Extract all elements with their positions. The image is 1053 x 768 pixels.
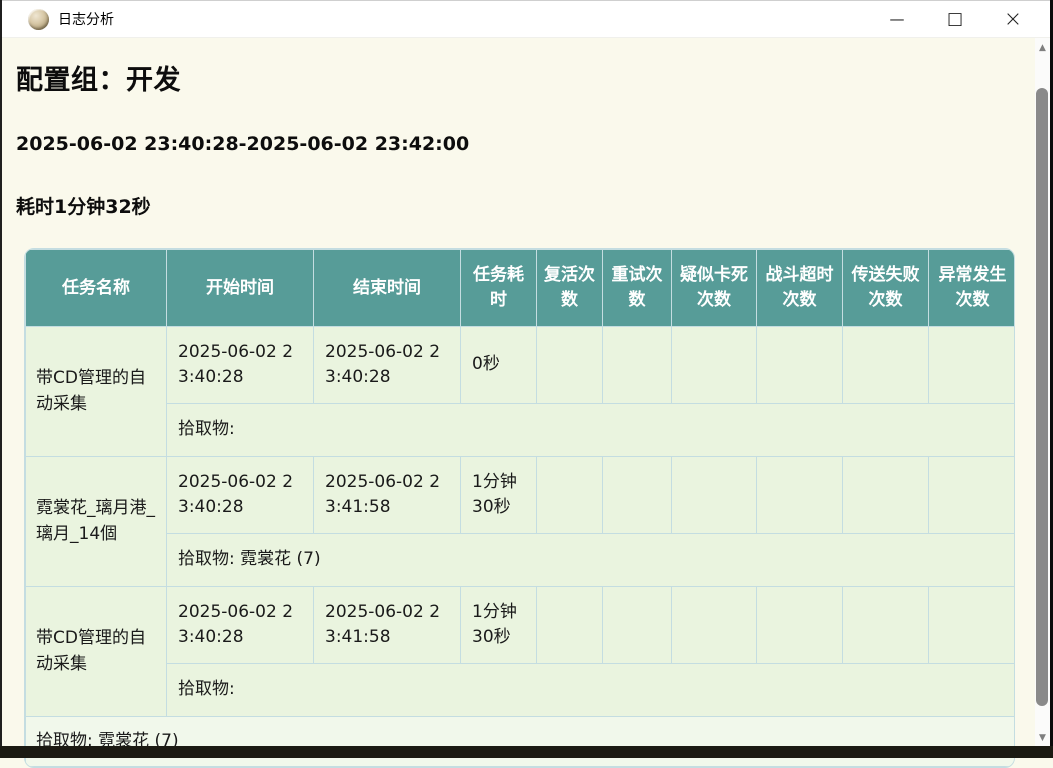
task-name-cell: 带CD管理的自动采集 (26, 327, 167, 457)
pickups-cell: 拾取物: (167, 664, 1016, 717)
exception-count-cell (929, 587, 1016, 664)
column-header-end-time: 结束时间 (314, 250, 461, 327)
task-name-cell: 带CD管理的自动采集 (26, 587, 167, 717)
titlebar: 日志分析 — □ × (2, 1, 1050, 38)
pickups-cell: 拾取物: (167, 404, 1016, 457)
teleport-fail-count-cell (843, 587, 929, 664)
scrollbar-thumb[interactable] (1036, 88, 1048, 706)
stuck-count-cell (672, 457, 757, 534)
column-header-battle-timeout-count: 战斗超时次数 (757, 250, 843, 327)
scroll-down-icon[interactable]: ▼ (1035, 731, 1050, 745)
pickups-row: 拾取物: (26, 404, 1016, 457)
stuck-count-cell (672, 587, 757, 664)
stuck-count-cell (672, 327, 757, 404)
battle-timeout-count-cell (757, 587, 843, 664)
window-frame-left (0, 0, 2, 758)
column-header-task-name: 任务名称 (26, 250, 167, 327)
minimize-button[interactable]: — (868, 1, 926, 37)
task-name-cell: 霓裳花_璃月港_璃月_14個 (26, 457, 167, 587)
app-icon (28, 9, 49, 30)
battle-timeout-count-cell (757, 327, 843, 404)
start-time-cell: 2025-06-02 23:40:28 (167, 587, 314, 664)
close-button[interactable]: × (984, 1, 1042, 37)
total-duration: 耗时1分钟32秒 (16, 192, 1032, 219)
teleport-fail-count-cell (843, 457, 929, 534)
task-duration-cell: 1分钟30秒 (461, 587, 537, 664)
teleport-fail-count-cell (843, 327, 929, 404)
log-table-container: 任务名称 开始时间 结束时间 任务耗时 复活次数 重试次数 疑似卡死次数 战斗超… (24, 248, 1015, 768)
table-row: 霓裳花_璃月港_璃月_14個 2025-06-02 23:40:28 2025-… (26, 457, 1016, 534)
scroll-up-icon[interactable]: ▲ (1035, 41, 1050, 55)
table-header-row: 任务名称 开始时间 结束时间 任务耗时 复活次数 重试次数 疑似卡死次数 战斗超… (26, 250, 1016, 327)
maximize-button[interactable]: □ (926, 1, 984, 37)
column-header-revive-count: 复活次数 (537, 250, 603, 327)
column-header-stuck-count: 疑似卡死次数 (672, 250, 757, 327)
pickups-cell: 拾取物: 霓裳花 (7) (167, 534, 1016, 587)
table-row: 带CD管理的自动采集 2025-06-02 23:40:28 2025-06-0… (26, 587, 1016, 664)
start-time-cell: 2025-06-02 23:40:28 (167, 457, 314, 534)
column-header-start-time: 开始时间 (167, 250, 314, 327)
footer-pickups-row: 拾取物: 霓裳花 (7) (26, 717, 1016, 767)
window-frame-top (0, 0, 1053, 1)
main-content: 配置组：开发 2025-06-02 23:40:28-2025-06-02 23… (2, 38, 1032, 746)
battle-timeout-count-cell (757, 457, 843, 534)
retry-count-cell (603, 587, 672, 664)
revive-count-cell (537, 587, 603, 664)
window-title: 日志分析 (58, 9, 114, 29)
column-header-task-duration: 任务耗时 (461, 250, 537, 327)
retry-count-cell (603, 327, 672, 404)
column-header-teleport-fail-count: 传送失败次数 (843, 250, 929, 327)
footer-pickups-cell: 拾取物: 霓裳花 (7) (26, 717, 1016, 767)
vertical-scrollbar[interactable]: ▲ ▼ (1035, 38, 1050, 746)
config-group-title: 配置组：开发 (16, 58, 1032, 97)
exception-count-cell (929, 457, 1016, 534)
window-frame-bottom (0, 746, 1053, 758)
revive-count-cell (537, 327, 603, 404)
window-controls: — □ × (868, 1, 1050, 37)
task-duration-cell: 1分钟30秒 (461, 457, 537, 534)
table-row: 带CD管理的自动采集 2025-06-02 23:40:28 2025-06-0… (26, 327, 1016, 404)
retry-count-cell (603, 457, 672, 534)
revive-count-cell (537, 457, 603, 534)
pickups-row: 拾取物: (26, 664, 1016, 717)
end-time-cell: 2025-06-02 23:40:28 (314, 327, 461, 404)
log-table: 任务名称 开始时间 结束时间 任务耗时 复活次数 重试次数 疑似卡死次数 战斗超… (25, 249, 1015, 767)
exception-count-cell (929, 327, 1016, 404)
column-header-exception-count: 异常发生次数 (929, 250, 1016, 327)
pickups-row: 拾取物: 霓裳花 (7) (26, 534, 1016, 587)
task-duration-cell: 0秒 (461, 327, 537, 404)
end-time-cell: 2025-06-02 23:41:58 (314, 587, 461, 664)
column-header-retry-count: 重试次数 (603, 250, 672, 327)
start-time-cell: 2025-06-02 23:40:28 (167, 327, 314, 404)
end-time-cell: 2025-06-02 23:41:58 (314, 457, 461, 534)
time-range: 2025-06-02 23:40:28-2025-06-02 23:42:00 (16, 133, 1032, 155)
